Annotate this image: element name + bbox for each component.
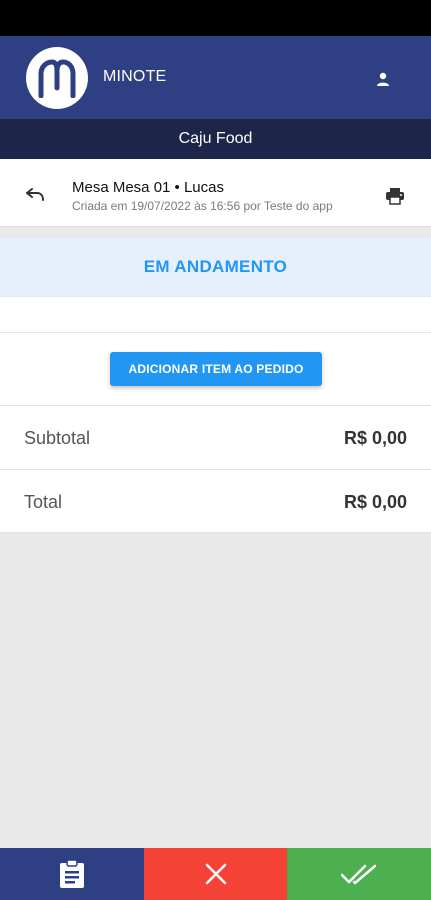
confirm-order-button[interactable] — [287, 848, 431, 900]
printer-icon[interactable] — [384, 186, 406, 206]
subtotal-value: R$ 0,00 — [343, 428, 407, 448]
order-status-banner: EM ANDAMENTO — [0, 238, 431, 296]
establishment-bar: Caju Food — [0, 119, 431, 159]
clipboard-icon — [60, 859, 84, 888]
cancel-order-button[interactable] — [144, 848, 287, 900]
total-value: R$ 0,00 — [343, 492, 407, 512]
bottom-action-bar — [0, 848, 431, 900]
order-title: Mesa Mesa 01 • Lucas — [72, 179, 224, 196]
subtotal-label: Subtotal — [24, 428, 91, 448]
order-card: Mesa Mesa 01 • Lucas Criada em 19/07/202… — [0, 159, 431, 227]
subtotal-row: Subtotal R$ 0,00 — [0, 405, 431, 469]
close-icon — [205, 863, 226, 885]
add-item-area: ADICIONAR ITEM AO PEDIDO — [0, 333, 431, 405]
order-status-label: EM ANDAMENTO — [143, 257, 288, 276]
order-subtitle: Criada em 19/07/2022 às 16:56 por Teste … — [72, 199, 333, 213]
person-icon[interactable] — [372, 68, 394, 90]
add-item-button[interactable]: ADICIONAR ITEM AO PEDIDO — [110, 352, 322, 386]
total-row: Total R$ 0,00 — [0, 469, 431, 533]
items-list — [0, 296, 431, 333]
app-header: MINOTE — [0, 36, 431, 119]
establishment-name: Caju Food — [178, 130, 253, 147]
minote-logo-icon — [38, 59, 76, 98]
system-status-bar — [0, 0, 431, 36]
minote-logo — [26, 47, 88, 109]
brand-name: MINOTE — [103, 68, 167, 85]
double-check-icon — [341, 864, 377, 885]
undo-icon[interactable] — [24, 185, 46, 205]
total-label: Total — [24, 492, 63, 512]
orders-button[interactable] — [0, 848, 144, 900]
